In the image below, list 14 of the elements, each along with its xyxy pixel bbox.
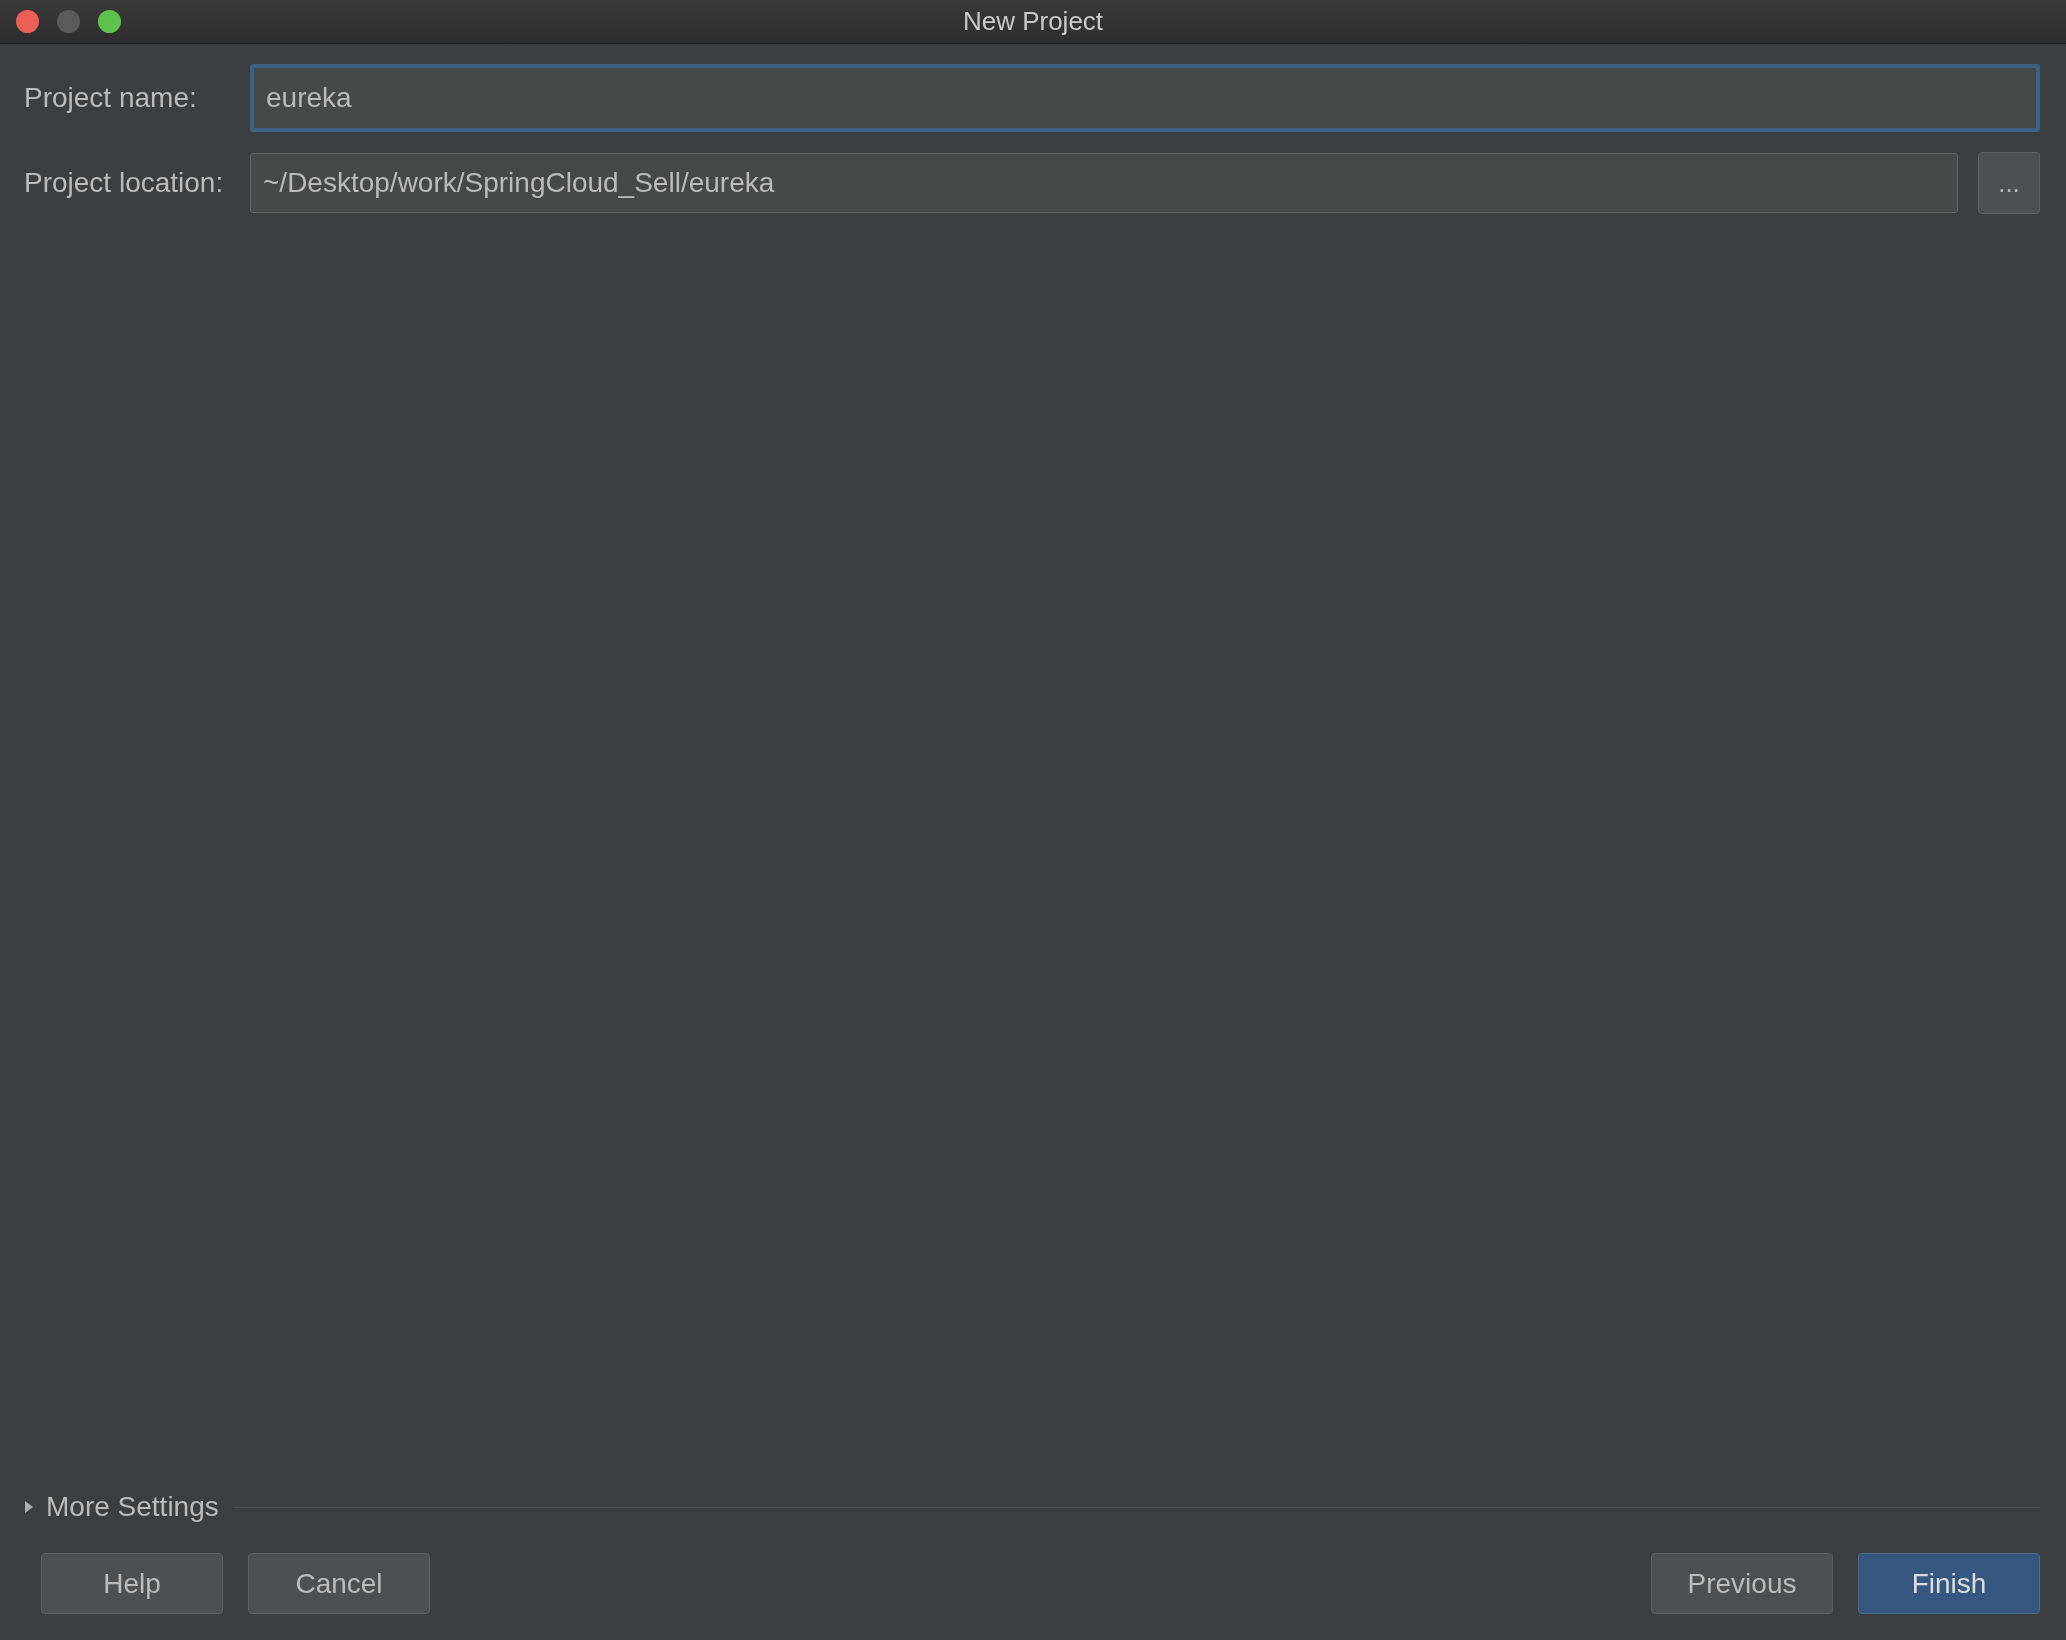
text-field[interactable]: ~/Desktop/work/SpringCloud_Sell/eureka [250,153,1958,213]
dialog-button[interactable]: Help [41,1553,223,1614]
dialog-button[interactable]: Previous [1651,1553,1833,1614]
window-title: New Project [962,6,1104,37]
field-label: Project location: [24,167,225,199]
more-settings-toggle[interactable]: More Settings [24,1491,219,1523]
dialog-button[interactable]: Finish [1858,1553,2040,1614]
text-field[interactable]: eureka [250,64,2040,132]
dialog-button[interactable]: Cancel [248,1553,430,1614]
zoom-icon[interactable] [98,10,121,33]
close-icon[interactable] [16,10,39,33]
field-label: Project name: [24,82,198,114]
browse-button[interactable]: ... [1978,152,2040,214]
disclosure-triangle-icon[interactable] [24,1500,34,1514]
